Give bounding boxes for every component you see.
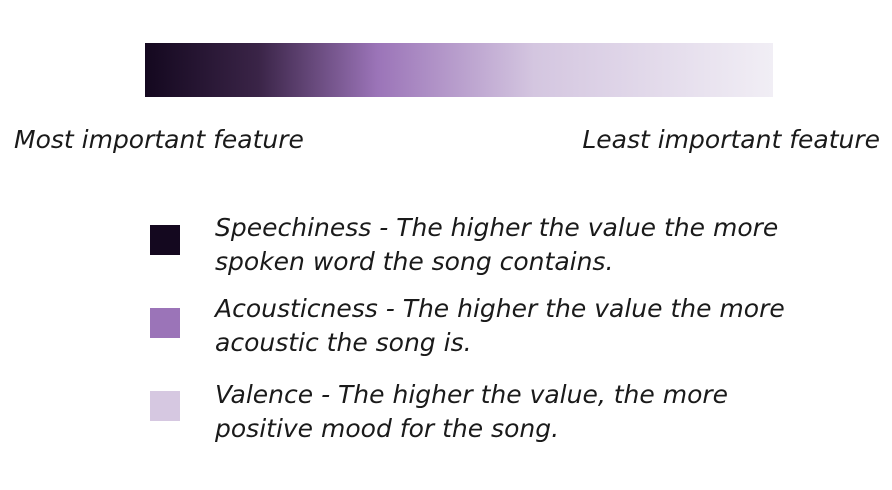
importance-gradient-bar [145,43,773,97]
speechiness-description: Speechiness - The higher the value the m… [215,211,875,279]
valence-line-2: positive mood for the song. [215,414,560,443]
legend-item-speechiness: Speechiness - The higher the value the m… [150,211,870,291]
legend-item-acousticness: Acousticness - The higher the value the … [150,292,870,372]
speechiness-line-2: spoken word the song contains. [215,247,614,276]
gradient-fill [145,43,773,97]
acousticness-line-1: Acousticness - The higher the value the … [215,294,785,323]
valence-line-1: Valence - The higher the value, the more [215,380,729,409]
speechiness-line-1: Speechiness - The higher the value the m… [215,213,779,242]
least-important-label: Least important feature [582,125,880,154]
legend-item-valence: Valence - The higher the value, the more… [150,378,870,458]
valence-description: Valence - The higher the value, the more… [215,378,875,446]
acousticness-description: Acousticness - The higher the value the … [215,292,875,360]
acousticness-line-2: acoustic the song is. [215,328,472,357]
most-important-label: Most important feature [14,125,304,154]
valence-swatch [150,391,180,421]
speechiness-swatch [150,225,180,255]
acousticness-swatch [150,308,180,338]
